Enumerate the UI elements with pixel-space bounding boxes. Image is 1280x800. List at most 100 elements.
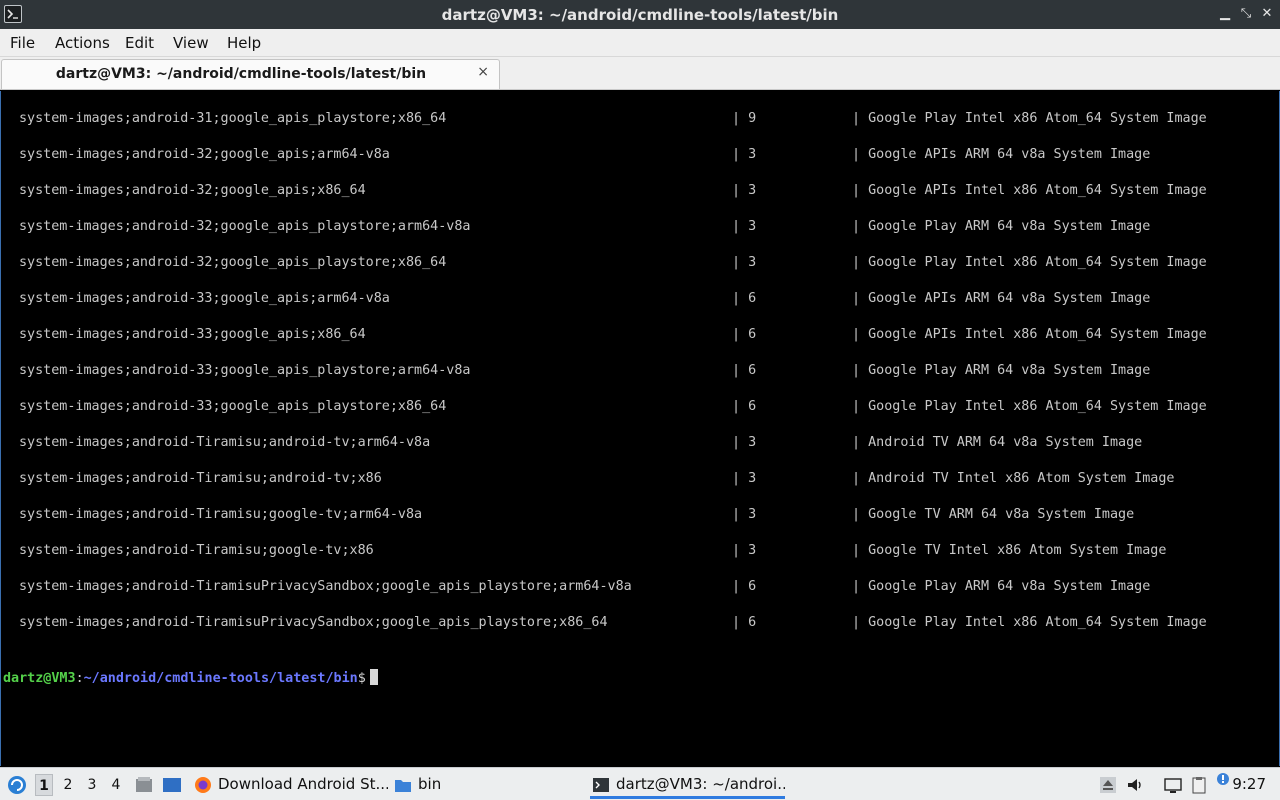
menu-file[interactable]: File (10, 34, 35, 52)
terminal-icon (593, 778, 609, 792)
table-row: system-images;android-TiramisuPrivacySan… (1, 579, 1271, 599)
table-row: system-images;android-31;google_apis_pla… (1, 111, 1271, 131)
row-version: | 3 (732, 255, 757, 270)
table-row: system-images;android-33;google_apis_pla… (1, 399, 1271, 419)
table-row: system-images;android-33;google_apis;x86… (1, 327, 1271, 347)
table-row: system-images;android-Tiramisu;android-t… (1, 435, 1271, 455)
start-menu-icon[interactable] (6, 768, 28, 800)
row-version: | 3 (732, 543, 757, 558)
table-row: system-images;android-Tiramisu;google-tv… (1, 507, 1271, 527)
row-path: system-images;android-Tiramisu;google-tv… (19, 543, 374, 558)
table-row: system-images;android-Tiramisu;google-tv… (1, 543, 1271, 563)
maximize-icon[interactable]: ⤡ (1237, 5, 1255, 23)
taskbar-firefox-label: Download Android St... (218, 775, 388, 793)
row-path: system-images;android-32;google_apis_pla… (19, 255, 447, 270)
taskbar-terminal-label: dartz@VM3: ~/androi... (616, 775, 785, 793)
row-version: | 3 (732, 183, 757, 198)
eject-icon[interactable] (1099, 776, 1117, 794)
row-path: system-images;android-31;google_apis_pla… (19, 111, 447, 126)
taskbar-clock[interactable]: 9:27 (1232, 768, 1266, 800)
table-row: system-images;android-33;google_apis_pla… (1, 363, 1271, 383)
row-description: | Google APIs Intel x86 Atom_64 System I… (852, 327, 1207, 342)
workspace-1[interactable]: 1 (35, 774, 53, 796)
row-description: | Android TV Intel x86 Atom System Image (852, 471, 1175, 486)
row-version: | 3 (732, 147, 757, 162)
menu-edit[interactable]: Edit (125, 34, 154, 52)
taskbar: 1 2 3 4 Download Android St... bin dartz… (0, 767, 1280, 800)
volume-icon[interactable] (1126, 776, 1144, 794)
row-path: system-images;android-33;google_apis;x86… (19, 327, 366, 342)
tab-label: dartz@VM3: ~/android/cmdline-tools/lates… (55, 66, 427, 82)
row-description: | Google Play Intel x86 Atom_64 System I… (852, 255, 1207, 270)
row-path: system-images;android-TiramisuPrivacySan… (19, 579, 632, 594)
minimize-icon[interactable]: ▁ (1216, 5, 1234, 23)
row-description: | Google Play ARM 64 v8a System Image (852, 579, 1151, 594)
clipboard-icon[interactable] (1190, 776, 1208, 794)
row-description: | Google Play ARM 64 v8a System Image (852, 219, 1151, 234)
terminal-output[interactable]: system-images;android-31;google_apis_pla… (0, 91, 1280, 766)
row-path: system-images;android-Tiramisu;google-tv… (19, 507, 423, 522)
network-icon[interactable] (1164, 776, 1182, 794)
row-description: | Google Play Intel x86 Atom_64 System I… (852, 615, 1207, 630)
workspace-2[interactable]: 2 (59, 774, 77, 796)
table-row: system-images;android-33;google_apis;arm… (1, 291, 1271, 311)
table-row: system-images;android-32;google_apis_pla… (1, 255, 1271, 275)
prompt-symbol: $ (357, 671, 366, 686)
row-version: | 6 (732, 399, 757, 414)
row-path: system-images;android-33;google_apis_pla… (19, 399, 447, 414)
taskbar-bin-label: bin (418, 775, 442, 793)
workspace-3[interactable]: 3 (83, 774, 101, 796)
menu-help[interactable]: Help (227, 34, 261, 52)
prompt-user: dartz@VM3 (3, 671, 76, 686)
notification-icon[interactable] (1216, 772, 1234, 790)
row-description: | Android TV ARM 64 v8a System Image (852, 435, 1143, 450)
workspace-4[interactable]: 4 (107, 774, 125, 796)
taskbar-terminal[interactable]: dartz@VM3: ~/androi... (590, 770, 785, 799)
row-path: system-images;android-32;google_apis;x86… (19, 183, 366, 198)
row-description: | Google APIs ARM 64 v8a System Image (852, 147, 1151, 162)
tab-bar: dartz@VM3: ~/android/cmdline-tools/lates… (0, 57, 1280, 90)
window-title: dartz@VM3: ~/android/cmdline-tools/lates… (441, 6, 839, 24)
row-path: system-images;android-32;google_apis;arm… (19, 147, 390, 162)
table-row: system-images;android-32;google_apis_pla… (1, 219, 1271, 239)
taskbar-bin-folder[interactable]: bin (392, 770, 542, 799)
row-version: | 3 (732, 219, 757, 234)
terminal-tab[interactable]: dartz@VM3: ~/android/cmdline-tools/lates… (1, 59, 500, 89)
row-version: | 6 (732, 615, 757, 630)
row-path: system-images;android-Tiramisu;android-t… (19, 471, 382, 486)
row-path: system-images;android-TiramisuPrivacySan… (19, 615, 608, 630)
menu-bar: File Actions Edit View Help (0, 29, 1280, 57)
row-version: | 6 (732, 363, 757, 378)
prompt-separator: : (75, 671, 84, 686)
menu-view[interactable]: View (173, 34, 209, 52)
row-path: system-images;android-33;google_apis_pla… (19, 363, 471, 378)
prompt-path: ~/android/cmdline-tools/latest/bin (83, 671, 358, 686)
menu-actions[interactable]: Actions (55, 34, 110, 52)
window-titlebar: dartz@VM3: ~/android/cmdline-tools/lates… (0, 0, 1280, 29)
row-description: | Google Play Intel x86 Atom_64 System I… (852, 399, 1207, 414)
row-path: system-images;android-33;google_apis;arm… (19, 291, 390, 306)
row-description: | Google APIs ARM 64 v8a System Image (852, 291, 1151, 306)
row-description: | Google TV ARM 64 v8a System Image (852, 507, 1135, 522)
row-description: | Google Play ARM 64 v8a System Image (852, 363, 1151, 378)
file-manager-launcher-icon[interactable] (134, 775, 152, 793)
close-icon[interactable]: ✕ (1258, 5, 1276, 23)
text-cursor (369, 669, 378, 685)
row-description: | Google TV Intel x86 Atom System Image (852, 543, 1167, 558)
row-path: system-images;android-32;google_apis_pla… (19, 219, 471, 234)
table-row: system-images;android-32;google_apis;arm… (1, 147, 1271, 167)
taskbar-firefox[interactable]: Download Android St... (192, 770, 388, 799)
row-version: | 6 (732, 327, 757, 342)
row-version: | 6 (732, 579, 757, 594)
row-version: | 3 (732, 507, 757, 522)
desktop-icon[interactable] (162, 775, 181, 793)
row-description: | Google Play Intel x86 Atom_64 System I… (852, 111, 1207, 126)
shell-prompt: dartz@VM3:~/android/cmdline-tools/latest… (3, 669, 378, 686)
row-version: | 6 (732, 291, 757, 306)
tab-close-icon[interactable]: × (477, 64, 489, 80)
table-row: system-images;android-32;google_apis;x86… (1, 183, 1271, 203)
row-path: system-images;android-Tiramisu;android-t… (19, 435, 431, 450)
firefox-icon (195, 777, 211, 793)
table-row: system-images;android-TiramisuPrivacySan… (1, 615, 1271, 635)
row-description: | Google APIs Intel x86 Atom_64 System I… (852, 183, 1207, 198)
